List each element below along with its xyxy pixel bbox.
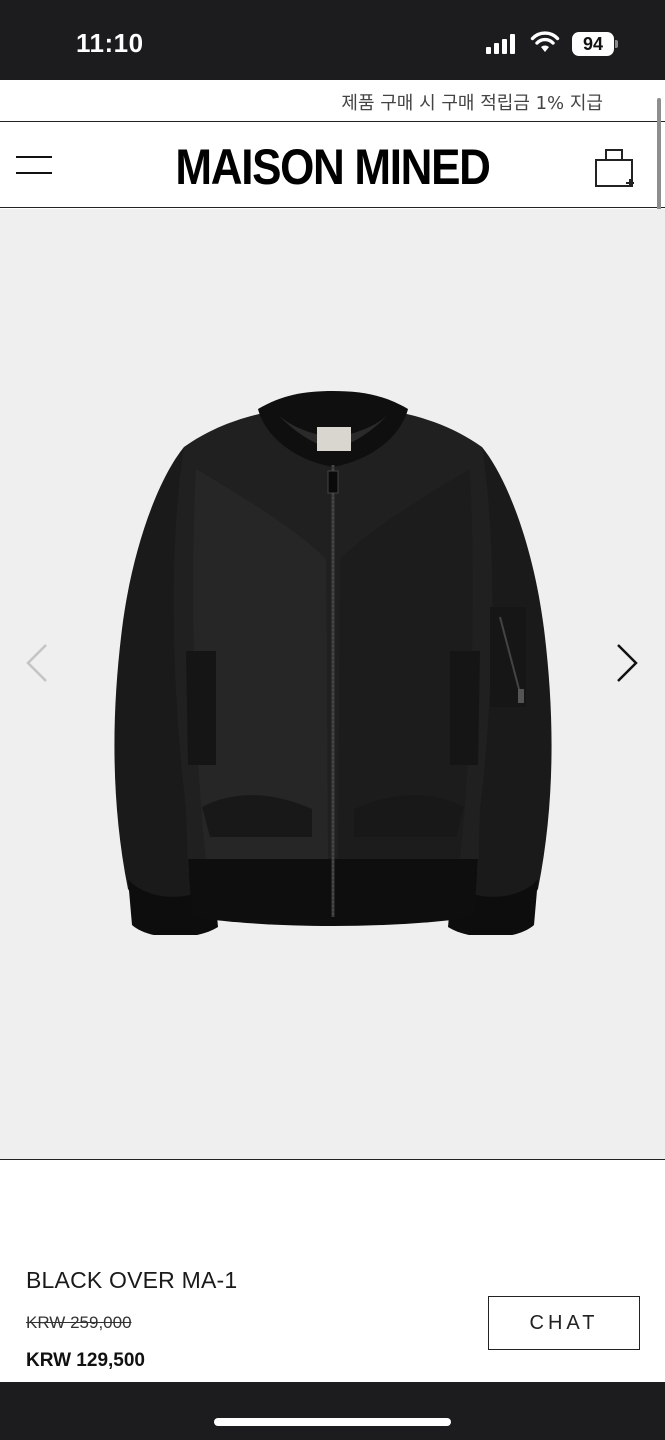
site-header: MAISON MINED [0,122,665,208]
product-image-gallery[interactable] [0,209,665,1160]
wifi-icon [530,31,560,52]
product-name: BLACK OVER MA-1 [26,1267,238,1293]
product-info: BLACK OVER MA-1 KRW 259,000 KRW 129,500 … [0,1161,665,1382]
chat-button[interactable]: CHAT [488,1296,640,1350]
promo-text: 제품 구매 시 구매 적립금 1% 지급 [341,93,603,114]
next-arrow-icon[interactable] [614,641,642,685]
status-bar: 11:10 94 [0,0,665,80]
brand-logo[interactable]: MAISON MINED [40,138,625,196]
cart-icon[interactable] [592,146,640,188]
promo-banner: 제품 구매 시 구매 적립금 1% 지급 [0,80,665,122]
original-price: KRW 259,000 [26,1313,132,1332]
signal-icon [486,34,515,54]
home-indicator[interactable] [214,1418,451,1426]
battery-level: 94 [572,32,614,56]
product-image [114,391,552,935]
prev-arrow-icon[interactable] [22,641,50,685]
home-indicator-bar [0,1382,665,1440]
sale-price: KRW 129,500 [26,1350,145,1371]
status-time: 11:10 [76,28,144,58]
battery-icon: 94 [572,32,618,56]
product-page: 제품 구매 시 구매 적립금 1% 지급 MAISON MINED BLACK … [0,80,665,1382]
